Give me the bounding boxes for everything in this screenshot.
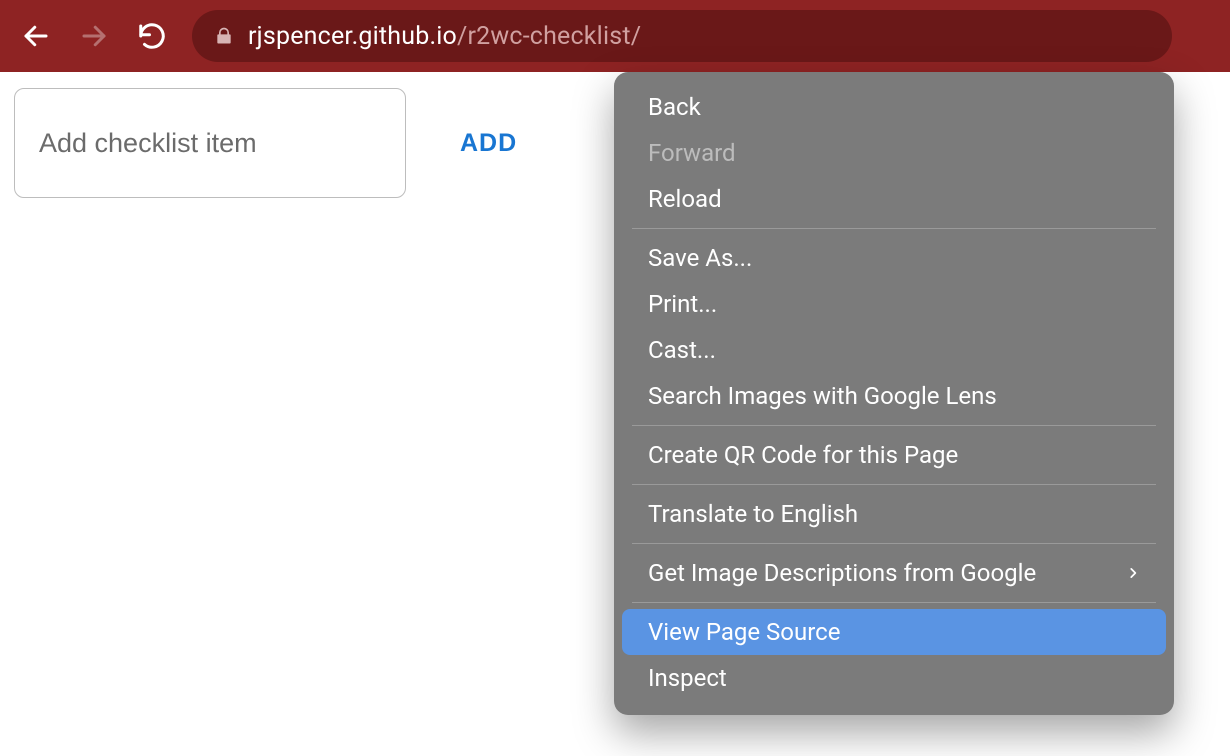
context-menu-item-label: Forward bbox=[648, 139, 1140, 167]
context-menu-separator bbox=[632, 543, 1156, 544]
context-menu-item-label: Inspect bbox=[648, 664, 1140, 692]
context-menu-separator bbox=[632, 484, 1156, 485]
lock-icon bbox=[214, 25, 234, 47]
context-menu-item[interactable]: Print... bbox=[622, 281, 1166, 327]
reload-icon bbox=[137, 21, 167, 51]
url-text: rjspencer.github.io/r2wc-checklist/ bbox=[248, 22, 641, 51]
context-menu-item-label: View Page Source bbox=[648, 618, 1140, 646]
context-menu: Back Forward Reload Save As... Print... Cast.… bbox=[614, 72, 1174, 715]
add-button[interactable]: ADD bbox=[442, 119, 535, 168]
context-menu-item-label: Save As... bbox=[648, 244, 1140, 272]
context-menu-item[interactable]: Create QR Code for this Page bbox=[622, 432, 1166, 478]
url-bar[interactable]: rjspencer.github.io/r2wc-checklist/ bbox=[192, 10, 1172, 62]
context-menu-separator bbox=[632, 425, 1156, 426]
url-host: rjspencer.github.io bbox=[248, 22, 457, 51]
context-menu-item[interactable]: View Page Source bbox=[622, 609, 1166, 655]
context-menu-item-label: Create QR Code for this Page bbox=[648, 441, 1140, 469]
context-menu-item-label: Get Image Descriptions from Google bbox=[648, 559, 1126, 587]
context-menu-item[interactable]: Back bbox=[622, 84, 1166, 130]
context-menu-item-label: Reload bbox=[648, 185, 1140, 213]
arrow-right-icon bbox=[79, 21, 109, 51]
context-menu-item[interactable]: Get Image Descriptions from Google bbox=[622, 550, 1166, 596]
reload-button[interactable] bbox=[126, 10, 178, 62]
context-menu-item[interactable]: Save As... bbox=[622, 235, 1166, 281]
context-menu-item[interactable]: Inspect bbox=[622, 655, 1166, 701]
context-menu-item-label: Cast... bbox=[648, 336, 1140, 364]
checklist-input[interactable] bbox=[14, 88, 406, 198]
context-menu-item-label: Translate to English bbox=[648, 500, 1140, 528]
context-menu-item[interactable]: Translate to English bbox=[622, 491, 1166, 537]
context-menu-separator bbox=[632, 602, 1156, 603]
browser-toolbar: rjspencer.github.io/r2wc-checklist/ bbox=[0, 0, 1230, 72]
back-button[interactable] bbox=[10, 10, 62, 62]
forward-button[interactable] bbox=[68, 10, 120, 62]
chevron-right-icon bbox=[1126, 562, 1140, 584]
context-menu-item[interactable]: Reload bbox=[622, 176, 1166, 222]
arrow-left-icon bbox=[21, 21, 51, 51]
page-content: ADD Back Forward Reload Save As... Print... C… bbox=[0, 72, 1230, 756]
context-menu-item[interactable]: Cast... bbox=[622, 327, 1166, 373]
context-menu-item-label: Back bbox=[648, 93, 1140, 121]
context-menu-item-label: Print... bbox=[648, 290, 1140, 318]
url-path: /r2wc-checklist/ bbox=[457, 22, 641, 51]
context-menu-item-label: Search Images with Google Lens bbox=[648, 382, 1140, 410]
context-menu-item[interactable]: Search Images with Google Lens bbox=[622, 373, 1166, 419]
context-menu-separator bbox=[632, 228, 1156, 229]
context-menu-item: Forward bbox=[622, 130, 1166, 176]
